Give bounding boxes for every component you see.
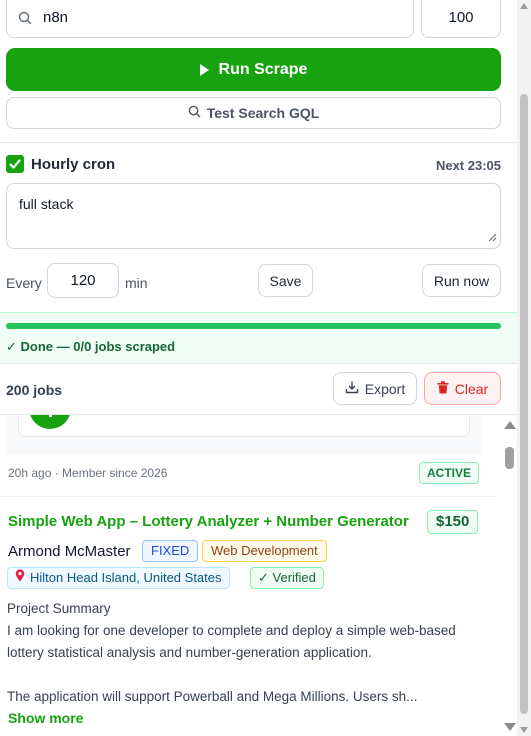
run-scrape-button[interactable]: Run Scrape: [6, 48, 501, 91]
next-run-time: Next 23:05: [435, 158, 501, 173]
hourly-cron-label: Hourly cron: [31, 156, 116, 173]
show-more-link[interactable]: Show more: [8, 710, 83, 726]
run-now-button[interactable]: Run now: [422, 264, 501, 297]
clear-button[interactable]: Clear: [424, 372, 501, 405]
location-badge: Hilton Head Island, United States: [7, 567, 230, 589]
previous-job-card: [6, 415, 482, 455]
divider: [0, 496, 497, 497]
job-description: Project Summary I am looking for one dev…: [7, 601, 456, 704]
trash-icon: [437, 380, 449, 397]
job-list-scrollbar[interactable]: [503, 415, 517, 736]
save-button[interactable]: Save: [258, 264, 313, 297]
job-type-badge: FIXED: [142, 540, 199, 562]
hourly-cron-checkbox[interactable]: [6, 155, 24, 173]
divider: [0, 142, 517, 143]
cron-query-text: full stack: [19, 196, 74, 212]
job-title-link[interactable]: Simple Web App – Lottery Analyzer + Numb…: [8, 513, 409, 530]
test-search-gql-label: Test Search GQL: [206, 105, 320, 121]
client-name: Armond McMaster: [8, 543, 131, 560]
search-icon: [18, 11, 32, 28]
scroll-down-icon[interactable]: [520, 727, 528, 733]
jobs-count: 200 jobs: [6, 382, 63, 398]
test-search-gql-button[interactable]: Test Search GQL: [6, 97, 501, 129]
export-label: Export: [364, 380, 406, 397]
search-icon: [188, 105, 201, 121]
scraper-panel: n8n 100 Run Scrape Test Search GQL Hourl…: [0, 0, 517, 736]
interval-unit-label: min: [125, 275, 148, 291]
job-list[interactable]: 20h ago · Member since 2026 ACTIVE Simpl…: [0, 415, 517, 736]
price-badge: $150: [427, 510, 479, 534]
every-label: Every: [6, 275, 42, 291]
status-text: ✓ Done — 0/0 jobs scraped: [6, 339, 176, 354]
check-icon: [9, 159, 21, 169]
scroll-up-icon[interactable]: [520, 3, 528, 9]
previous-job-client-box: [18, 415, 470, 437]
jobs-toolbar: 200 jobs Export Clear: [0, 365, 517, 415]
scroll-up-icon[interactable]: [504, 421, 516, 429]
progress-bar: [6, 323, 501, 329]
progress-fill: [6, 323, 501, 329]
scroll-thumb[interactable]: [520, 94, 528, 714]
category-badge: Web Development: [202, 540, 327, 562]
clear-label: Clear: [454, 380, 489, 397]
previous-job-meta: 20h ago · Member since 2026: [8, 466, 168, 480]
search-query-value: n8n: [43, 9, 69, 26]
scroll-thumb[interactable]: [505, 447, 514, 469]
export-button[interactable]: Export: [333, 372, 417, 405]
status-banner: ✓ Done — 0/0 jobs scraped: [0, 312, 517, 364]
search-input[interactable]: n8n: [6, 0, 414, 38]
cron-query-textarea[interactable]: full stack: [6, 183, 501, 249]
location-pin-icon: [15, 568, 25, 588]
verified-badge: ✓ Verified: [250, 567, 324, 589]
play-icon: [199, 63, 209, 76]
export-icon: [345, 380, 359, 397]
limit-input[interactable]: 100: [421, 0, 501, 38]
scroll-down-icon[interactable]: [504, 723, 516, 731]
interval-input[interactable]: 120: [47, 263, 119, 298]
status-badge: ACTIVE: [419, 462, 480, 484]
location-text: Hilton Head Island, United States: [30, 570, 222, 585]
run-scrape-label: Run Scrape: [218, 60, 308, 78]
resize-grip-icon[interactable]: [488, 229, 497, 245]
avatar: [29, 415, 71, 429]
page-scrollbar[interactable]: [517, 0, 531, 736]
